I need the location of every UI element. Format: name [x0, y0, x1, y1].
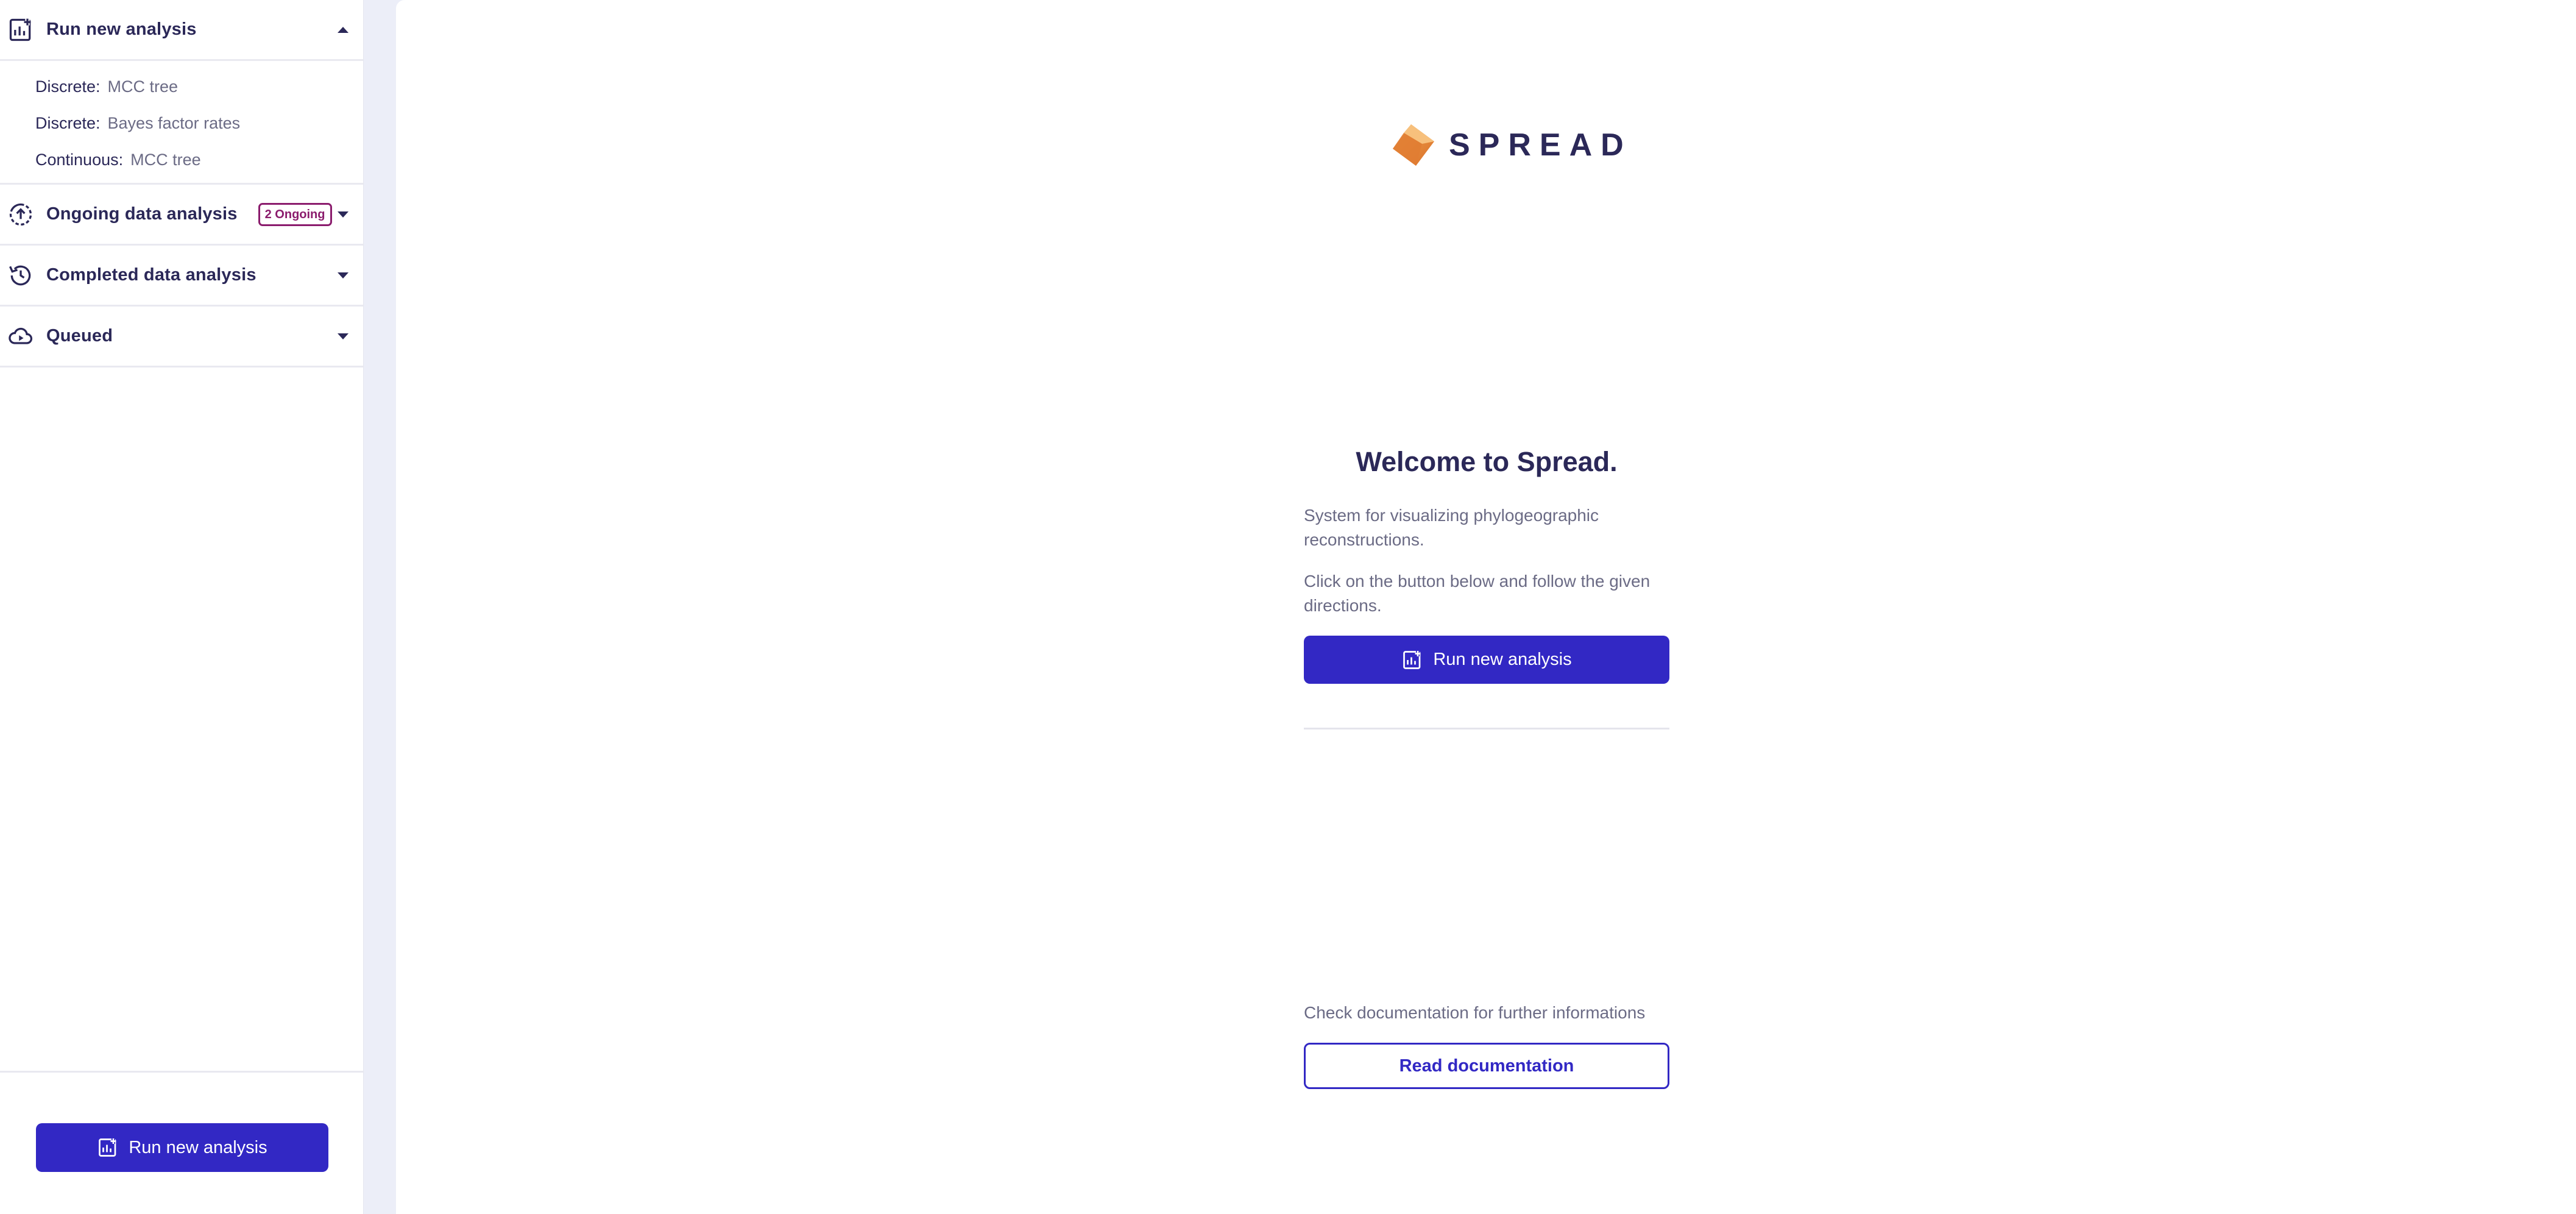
analysis-chart-icon [99, 1138, 116, 1157]
ongoing-upload-icon [7, 201, 34, 228]
accordion-title: Queued [46, 326, 113, 346]
read-documentation-button[interactable]: Read documentation [1304, 1043, 1669, 1089]
button-label: Run new analysis [1433, 650, 1572, 669]
sidebar-footer: Run new analysis [0, 1071, 363, 1214]
accordion-completed-data-analysis[interactable]: Completed data analysis [0, 246, 363, 307]
accordion-title: Ongoing data analysis [46, 204, 238, 224]
analysis-chart-icon [7, 16, 34, 43]
status-badge: 2 Ongoing [258, 202, 332, 226]
analysis-label: Bayes factor rates [107, 113, 241, 132]
run-new-analysis-button[interactable]: Run new analysis [1304, 636, 1669, 684]
history-icon [7, 262, 34, 289]
page-title: Welcome to Spread. [1356, 446, 1618, 477]
analysis-kind: Continuous: [35, 150, 124, 169]
list-item-discrete-mcc-tree[interactable]: Discrete: MCC tree [0, 68, 363, 105]
instruction-text: Click on the button below and follow the… [1304, 572, 1651, 615]
chevron-down-icon [338, 211, 349, 218]
chevron-down-icon [338, 272, 349, 279]
accordion-run-new-analysis[interactable]: Run new analysis [0, 0, 363, 61]
logo-text: SPREAD [1449, 127, 1632, 163]
app-logo: SPREAD [1389, 121, 1632, 169]
description-text: System for visualizing phylogeographic r… [1304, 506, 1599, 549]
list-item-discrete-bayes-factor[interactable]: Discrete: Bayes factor rates [0, 105, 363, 141]
run-new-analysis-button[interactable]: Run new analysis [36, 1123, 328, 1172]
accordion-title: Completed data analysis [46, 265, 257, 285]
documentation-hint: Check documentation for further informat… [1304, 1003, 1646, 1022]
spread-logo-icon [1393, 124, 1434, 166]
accordion-ongoing-data-analysis[interactable]: Ongoing data analysis 2 Ongoing [0, 185, 363, 246]
chevron-up-icon [338, 26, 349, 33]
analysis-kind: Discrete: [35, 77, 101, 96]
cloud-queue-icon [7, 323, 34, 350]
analysis-chart-icon [1403, 650, 1421, 669]
sidebar: Run new analysis Discrete: MCC tree Disc… [0, 0, 364, 1214]
divider [1304, 728, 1669, 729]
run-analysis-list: Discrete: MCC tree Discrete: Bayes facto… [0, 61, 363, 185]
analysis-kind: Discrete: [35, 113, 101, 132]
chevron-down-icon [338, 333, 349, 339]
accordion-title: Run new analysis [46, 20, 197, 39]
accordion-queued[interactable]: Queued [0, 307, 363, 367]
analysis-label: MCC tree [107, 77, 179, 96]
main-content: SPREAD Welcome to Spread. System for vis… [396, 0, 2576, 1214]
list-item-continuous-mcc-tree[interactable]: Continuous: MCC tree [0, 141, 363, 178]
analysis-label: MCC tree [130, 150, 201, 169]
button-label: Run new analysis [129, 1137, 267, 1157]
